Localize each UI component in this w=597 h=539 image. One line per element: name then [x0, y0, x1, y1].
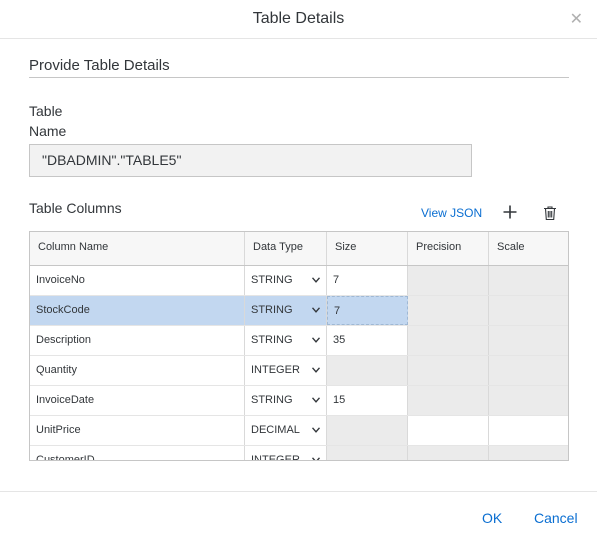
data-type-select[interactable]: STRING	[245, 296, 327, 325]
close-icon[interactable]: ✕	[570, 9, 583, 29]
precision-input	[408, 296, 489, 325]
size-input[interactable]: 15	[327, 386, 408, 415]
size-input	[327, 446, 408, 460]
data-type-select[interactable]: DECIMAL	[245, 416, 327, 445]
scale-input	[489, 326, 568, 355]
view-json-link[interactable]: View JSON	[421, 206, 482, 220]
header-data-type[interactable]: Data Type	[245, 232, 327, 265]
precision-input	[408, 266, 489, 295]
data-type-value: INTEGER	[251, 454, 300, 461]
data-type-select[interactable]: STRING	[245, 266, 327, 295]
trash-icon[interactable]	[543, 205, 557, 221]
scale-input	[489, 356, 568, 385]
plus-icon[interactable]	[502, 204, 518, 220]
table-row[interactable]: InvoiceNo STRING 7	[30, 266, 568, 296]
scale-input	[489, 266, 568, 295]
data-type-select[interactable]: INTEGER	[245, 356, 327, 385]
precision-input	[408, 446, 489, 460]
column-name-cell[interactable]: CustomerID	[30, 446, 245, 460]
dialog-header: Table Details ✕	[0, 0, 597, 39]
table-row[interactable]: Description STRING 35	[30, 326, 568, 356]
header-scale[interactable]: Scale	[489, 232, 568, 265]
data-type-value: STRING	[251, 274, 293, 286]
column-name-cell[interactable]: Description	[30, 326, 245, 355]
size-input	[327, 416, 408, 445]
header-precision[interactable]: Precision	[408, 232, 489, 265]
chevron-down-icon[interactable]	[312, 397, 320, 403]
table-name-label-line1: Table	[29, 103, 63, 119]
footer-divider	[0, 491, 597, 492]
table-row[interactable]: Quantity INTEGER	[30, 356, 568, 386]
data-type-value: STRING	[251, 304, 293, 316]
data-type-select[interactable]: INTEGER	[245, 446, 327, 461]
table-row[interactable]: InvoiceDate STRING 15	[30, 386, 568, 416]
data-type-select[interactable]: STRING	[245, 386, 327, 415]
dialog-title: Table Details	[252, 10, 345, 27]
chevron-down-icon[interactable]	[312, 307, 320, 313]
table-row[interactable]: StockCode STRING 7	[30, 296, 568, 326]
header-size[interactable]: Size	[327, 232, 408, 265]
table-columns-grid: Column Name Data Type Size Precision Sca…	[29, 231, 569, 461]
table-columns-label: Table Columns	[29, 200, 122, 216]
column-name-cell[interactable]: UnitPrice	[30, 416, 245, 445]
chevron-down-icon[interactable]	[312, 427, 320, 433]
precision-input	[408, 326, 489, 355]
grid-header-row: Column Name Data Type Size Precision Sca…	[30, 232, 568, 266]
cancel-button[interactable]: Cancel	[534, 510, 578, 526]
ok-button[interactable]: OK	[482, 510, 502, 526]
data-type-value: STRING	[251, 334, 293, 346]
data-type-value: DECIMAL	[251, 424, 300, 436]
data-type-value: STRING	[251, 394, 293, 406]
size-input[interactable]: 35	[327, 326, 408, 355]
table-row[interactable]: CustomerID INTEGER	[30, 446, 568, 461]
chevron-down-icon[interactable]	[312, 277, 320, 283]
column-name-cell[interactable]: InvoiceDate	[30, 386, 245, 415]
size-input	[327, 356, 408, 385]
section-title: Provide Table Details	[29, 57, 170, 74]
header-column-name[interactable]: Column Name	[30, 232, 245, 265]
table-name-field: "DBADMIN"."TABLE5"	[29, 144, 472, 177]
scale-input	[489, 386, 568, 415]
chevron-down-icon[interactable]	[312, 457, 320, 461]
scale-input	[489, 446, 568, 460]
chevron-down-icon[interactable]	[312, 337, 320, 343]
scale-input	[489, 296, 568, 325]
size-input[interactable]: 7	[327, 296, 408, 325]
chevron-down-icon[interactable]	[312, 367, 320, 373]
table-row[interactable]: UnitPrice DECIMAL	[30, 416, 568, 446]
column-name-cell[interactable]: Quantity	[30, 356, 245, 385]
table-name-label: Table Name	[29, 101, 89, 141]
precision-input	[408, 386, 489, 415]
precision-input[interactable]	[408, 416, 489, 445]
section-divider	[29, 77, 569, 78]
size-input[interactable]: 7	[327, 266, 408, 295]
data-type-value: INTEGER	[251, 364, 300, 376]
column-name-cell[interactable]: InvoiceNo	[30, 266, 245, 295]
column-name-cell[interactable]: StockCode	[30, 296, 245, 325]
table-name-label-line2: Name	[29, 123, 67, 139]
precision-input	[408, 356, 489, 385]
scale-input[interactable]	[489, 416, 568, 445]
data-type-select[interactable]: STRING	[245, 326, 327, 355]
